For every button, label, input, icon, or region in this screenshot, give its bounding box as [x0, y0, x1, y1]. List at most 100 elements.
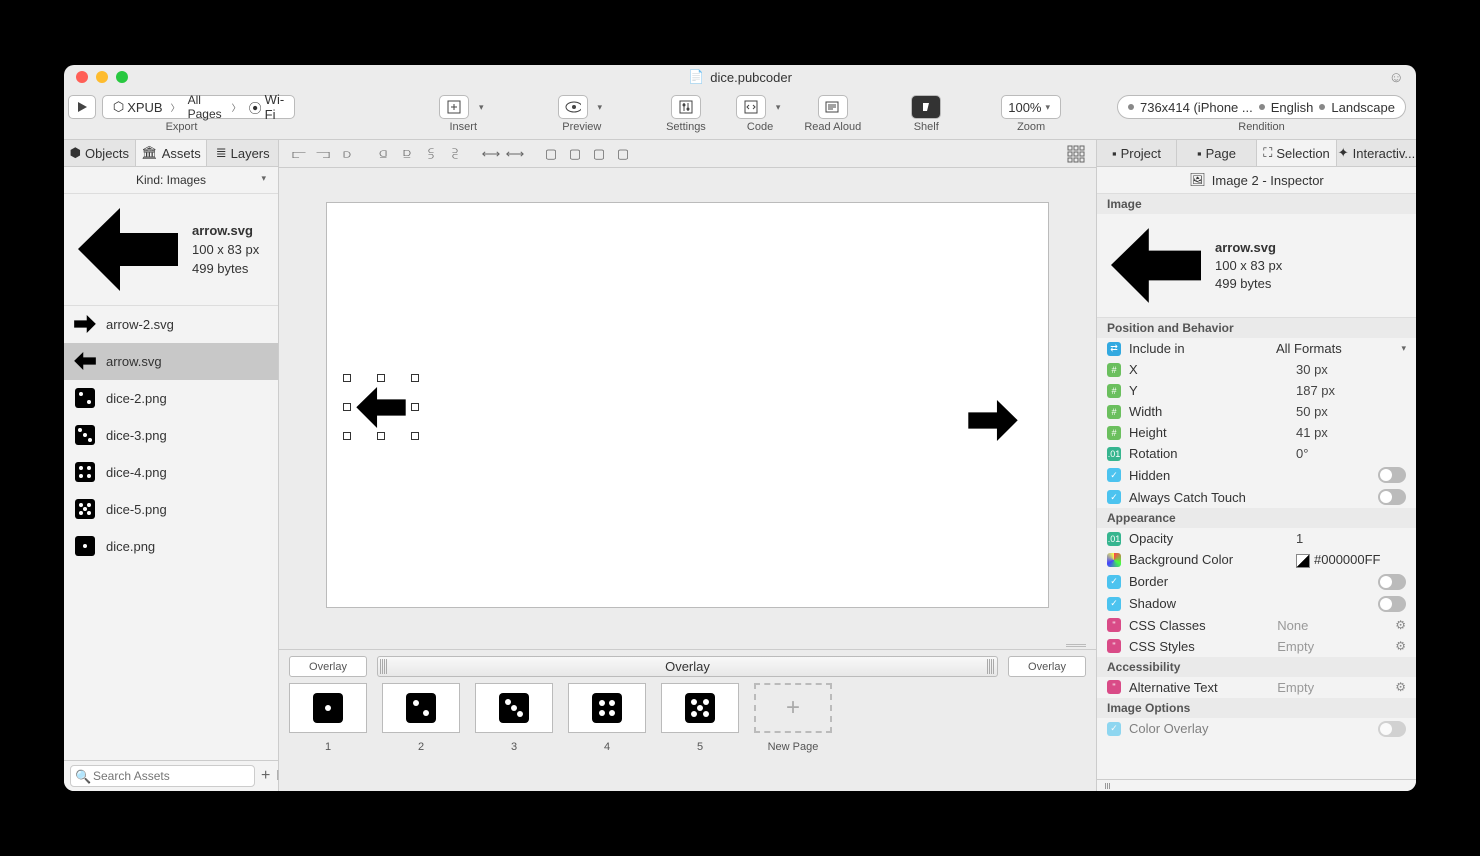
prop-border[interactable]: ✓Border	[1097, 571, 1416, 593]
list-item[interactable]: dice-5.png	[64, 491, 278, 528]
arrange-button[interactable]: ▢	[613, 144, 633, 164]
asset-list: arrow-2.svg arrow.svg dice-2.png dice-3.…	[64, 306, 278, 760]
insert-button[interactable]	[439, 95, 469, 119]
maximize-icon[interactable]	[116, 71, 128, 83]
kind-filter[interactable]: Kind: Images	[64, 167, 278, 194]
distribute-button[interactable]: ⫔	[445, 144, 465, 164]
prop-width[interactable]: #Width50 px	[1097, 401, 1416, 422]
prop-rotation[interactable]: .01Rotation0°	[1097, 443, 1416, 464]
prop-opacity[interactable]: .01Opacity1	[1097, 528, 1416, 549]
prop-catch-touch[interactable]: ✓Always Catch Touch	[1097, 486, 1416, 508]
tab-assets[interactable]: 🏛Assets	[136, 140, 208, 166]
xpub-icon: ⬡	[113, 99, 124, 115]
toggle-off[interactable]	[1378, 596, 1406, 612]
overlay-segment-wide[interactable]: Overlay	[377, 656, 998, 677]
prop-x[interactable]: #X30 px	[1097, 359, 1416, 380]
toggle-off[interactable]	[1378, 467, 1406, 483]
prop-include-in[interactable]: ⇄Include inAll Formats	[1097, 338, 1416, 359]
arrange-button[interactable]: ▢	[565, 144, 585, 164]
page-thumb[interactable]	[382, 683, 460, 733]
new-page-button[interactable]: +	[754, 683, 832, 733]
code-button[interactable]	[736, 95, 766, 119]
export-breadcrumb[interactable]: ⬡XPUB 〉 All Pages 〉 ⦿Wi-Fi	[102, 95, 295, 119]
align-right-button[interactable]: ⫐	[337, 144, 357, 164]
prop-color-overlay[interactable]: ✓Color Overlay	[1097, 718, 1416, 740]
play-button[interactable]	[68, 95, 96, 119]
tab-project[interactable]: ▪Project	[1097, 140, 1177, 166]
asset-dims: 100 x 83 px	[192, 242, 259, 257]
selected-object[interactable]	[351, 382, 411, 432]
page-thumb[interactable]	[475, 683, 553, 733]
page-thumb[interactable]	[661, 683, 739, 733]
section-appearance: Appearance	[1097, 508, 1416, 528]
decimal-icon: .01	[1107, 532, 1121, 546]
gear-icon[interactable]: ⚙	[1395, 639, 1406, 653]
toggle-off[interactable]	[1378, 721, 1406, 737]
close-icon[interactable]	[76, 71, 88, 83]
fit-width-button[interactable]: ⟷	[481, 144, 501, 164]
canvas-object-arrow-right[interactable]	[968, 400, 1018, 441]
prop-shadow[interactable]: ✓Shadow	[1097, 593, 1416, 615]
tab-objects[interactable]: ⬢Objects	[64, 140, 136, 166]
prop-height[interactable]: #Height41 px	[1097, 422, 1416, 443]
inspector-footer	[1097, 779, 1416, 791]
align-bottom-button[interactable]: ⫓	[421, 144, 441, 164]
color-swatch[interactable]	[1296, 554, 1310, 568]
page-thumb[interactable]	[289, 683, 367, 733]
gear-icon[interactable]: ⚙	[1395, 618, 1406, 632]
prop-bgcolor[interactable]: Background Color#000000FF	[1097, 549, 1416, 571]
align-left-button[interactable]: ⫍	[289, 144, 309, 164]
align-center-button[interactable]: ⫎	[313, 144, 333, 164]
align-middle-button[interactable]: ⫒	[397, 144, 417, 164]
settings-label: Settings	[666, 121, 706, 133]
arrange-button[interactable]: ▢	[589, 144, 609, 164]
feedback-icon[interactable]: ☺	[1389, 69, 1404, 86]
list-item[interactable]: dice.png	[64, 528, 278, 565]
preview-button[interactable]	[558, 95, 588, 119]
rendition-selector[interactable]: 736x414 (iPhone ... English Landscape	[1117, 95, 1406, 119]
page-thumb[interactable]	[568, 683, 646, 733]
prop-y[interactable]: #Y187 px	[1097, 380, 1416, 401]
search-input[interactable]	[70, 765, 255, 787]
prop-css-classes[interactable]: "CSS ClassesNone⚙	[1097, 615, 1416, 636]
settings-button[interactable]	[671, 95, 701, 119]
resize-handle-icon[interactable]	[1066, 644, 1086, 647]
zoom-select[interactable]: 100%▾	[1001, 95, 1061, 119]
tab-selection[interactable]: ⛶Selection	[1257, 140, 1337, 166]
list-item[interactable]: dice-2.png	[64, 380, 278, 417]
prop-alt-text[interactable]: "Alternative TextEmpty⚙	[1097, 677, 1416, 698]
app-window: 📄 dice.pubcoder ☺ ⬡XPUB 〉 All Pages 〉 ⦿W…	[64, 65, 1416, 791]
page-canvas[interactable]	[326, 202, 1049, 608]
wifi-icon: ⦿	[249, 98, 262, 117]
minimize-icon[interactable]	[96, 71, 108, 83]
add-asset-button[interactable]: +	[261, 767, 270, 785]
arrange-button[interactable]: ▢	[541, 144, 561, 164]
dot-icon	[1319, 104, 1325, 110]
canvas-viewport[interactable]	[279, 168, 1096, 641]
read-aloud-button[interactable]	[818, 95, 848, 119]
arrow-left-icon	[74, 350, 96, 372]
fit-height-button[interactable]: ⟷	[505, 144, 525, 164]
titlebar: 📄 dice.pubcoder ☺	[64, 65, 1416, 89]
shelf-button[interactable]	[911, 95, 941, 119]
list-item[interactable]: dice-3.png	[64, 417, 278, 454]
overlay-segment[interactable]: Overlay	[289, 656, 367, 677]
chevron-down-icon[interactable]: ▾	[594, 102, 607, 113]
toggle-off[interactable]	[1378, 489, 1406, 505]
tab-page[interactable]: ▪Page	[1177, 140, 1257, 166]
prop-hidden[interactable]: ✓Hidden	[1097, 464, 1416, 486]
tab-layers[interactable]: ≣Layers	[207, 140, 278, 166]
chevron-down-icon[interactable]: ▾	[772, 102, 785, 113]
prop-css-styles[interactable]: "CSS StylesEmpty⚙	[1097, 636, 1416, 657]
grid-icon[interactable]	[1066, 144, 1086, 164]
list-item[interactable]: arrow-2.svg	[64, 306, 278, 343]
tab-interactivity[interactable]: ✦Interactiv...	[1337, 140, 1416, 166]
align-top-button[interactable]: ⫑	[373, 144, 393, 164]
list-item[interactable]: dice-4.png	[64, 454, 278, 491]
gear-icon[interactable]: ⚙	[1395, 680, 1406, 694]
list-item[interactable]: arrow.svg	[64, 343, 278, 380]
chevron-down-icon[interactable]: ▾	[475, 102, 488, 113]
panel-handle-icon[interactable]	[1105, 783, 1115, 789]
toggle-off[interactable]	[1378, 574, 1406, 590]
overlay-segment[interactable]: Overlay	[1008, 656, 1086, 677]
